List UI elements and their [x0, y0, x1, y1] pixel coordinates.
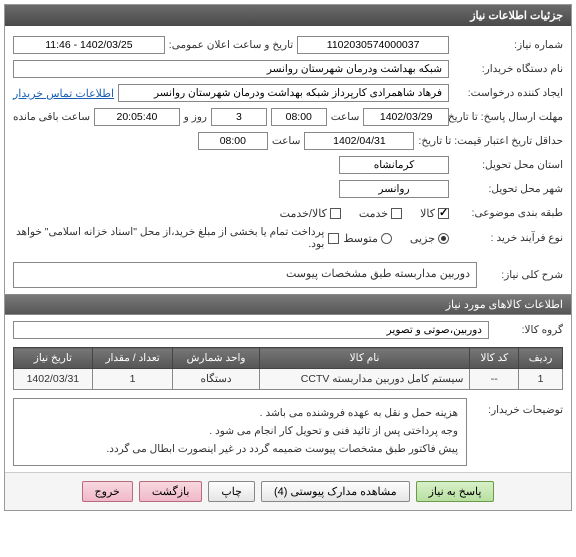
buyer-note-line: هزینه حمل و نقل به عهده فروشنده می باشد …: [22, 405, 458, 423]
class-service-label: خدمت: [359, 207, 388, 220]
cell-name: سیستم کامل دوربین مداربسته CCTV: [259, 369, 470, 390]
class-good-label: کالا: [420, 207, 435, 220]
pay-note: پرداخت تمام یا بخشی از مبلغ خرید،از محل …: [13, 226, 324, 250]
creator-value: فرهاد شاهمرادی کارپرداز شبکه بهداشت ودرم…: [118, 84, 449, 102]
print-button[interactable]: چاپ: [208, 481, 255, 502]
cell-unit: دستگاه: [173, 369, 259, 390]
creator-label: ایجاد کننده درخواست:: [453, 87, 563, 99]
attachments-button[interactable]: مشاهده مدارک پیوستی (4): [261, 481, 410, 502]
buyer-notes-label: توضیحات خریدار:: [473, 398, 563, 416]
th-idx: ردیف: [519, 348, 563, 369]
deadline-date: 1402/03/29: [363, 108, 449, 126]
need-no-value: 1102030574000037: [297, 36, 449, 54]
need-no-label: شماره نیاز:: [453, 39, 563, 51]
announce-label: تاریخ و ساعت اعلان عمومی:: [169, 39, 293, 51]
deadline-time: 08:00: [271, 108, 327, 126]
class-service-check[interactable]: خدمت: [359, 207, 402, 220]
th-date: تاریخ نیاز: [14, 348, 93, 369]
time-label-1: ساعت: [331, 111, 360, 123]
panel-title: جزئیات اطلاعات نیاز: [5, 5, 571, 26]
need-details-panel: جزئیات اطلاعات نیاز شماره نیاز: 11020305…: [4, 4, 572, 511]
class-both-check[interactable]: کالا/خدمت: [280, 207, 341, 220]
form-area: شماره نیاز: 1102030574000037 تاریخ و ساع…: [5, 26, 571, 258]
exit-button[interactable]: خروج: [82, 481, 133, 502]
city-label: شهر محل تحویل:: [453, 183, 563, 195]
cell-date: 1402/03/31: [14, 369, 93, 390]
province-label: استان محل تحویل:: [453, 159, 563, 171]
days-value: 3: [211, 108, 267, 126]
th-code: کد کالا: [470, 348, 519, 369]
desc-label: شرح کلی نیاز:: [483, 269, 563, 281]
items-section-bar: اطلاعات کالاهای مورد نیاز: [5, 294, 571, 315]
remain-time: 20:05:40: [94, 108, 180, 126]
buyer-label: نام دستگاه خریدار:: [453, 63, 563, 75]
buyer-note-line: وجه پرداختی پس از تائید فنی و تحویل کار …: [22, 423, 458, 441]
table-row: 1 -- سیستم کامل دوربین مداربسته CCTV دست…: [14, 369, 563, 390]
contact-link[interactable]: اطلاعات تماس خریدار: [13, 87, 114, 100]
credit-time: 08:00: [198, 132, 268, 150]
group-label: گروه کالا:: [493, 324, 563, 336]
buy-type-group: جزیی متوسط: [343, 232, 449, 245]
buy-medium-radio[interactable]: متوسط: [343, 232, 392, 245]
buy-medium-label: متوسط: [343, 232, 378, 245]
group-value: دوربین،صوتی و تصویر: [13, 321, 489, 339]
desc-text: دوربین مداربسته طبق مشخصات پیوست: [286, 268, 470, 280]
th-qty: تعداد / مقدار: [92, 348, 173, 369]
days-label: روز و: [184, 111, 207, 123]
deadline-label: مهلت ارسال پاسخ: تا تاریخ:: [453, 111, 563, 123]
button-row: پاسخ به نیاز مشاهده مدارک پیوستی (4) چاپ…: [5, 472, 571, 510]
subject-class-label: طبقه بندی موضوعی:: [453, 207, 563, 219]
desc-box: دوربین مداربسته طبق مشخصات پیوست: [13, 262, 477, 288]
announce-value: 1402/03/25 - 11:46: [13, 36, 165, 54]
cell-idx: 1: [519, 369, 563, 390]
remain-label: ساعت باقی مانده: [13, 111, 90, 123]
class-both-label: کالا/خدمت: [280, 207, 327, 220]
buyer-value: شبکه بهداشت ودرمان شهرستان روانسر: [13, 60, 449, 78]
city-value: روانسر: [339, 180, 449, 198]
items-table: ردیف کد کالا نام کالا واحد شمارش تعداد /…: [13, 347, 563, 390]
cell-qty: 1: [92, 369, 173, 390]
buyer-notes-box: هزینه حمل و نقل به عهده فروشنده می باشد …: [13, 398, 467, 466]
subject-class-group: کالا خدمت کالا/خدمت: [280, 207, 449, 220]
buyer-note-line: پیش فاکتور طبق مشخصات پیوست ضمیمه گردد د…: [22, 441, 458, 459]
credit-label: حداقل تاریخ اعتبار قیمت: تا تاریخ:: [418, 135, 563, 147]
buy-small-label: جزیی: [410, 232, 435, 245]
buy-type-label: نوع فرآیند خرید :: [453, 232, 563, 244]
time-label-2: ساعت: [272, 135, 301, 147]
province-value: کرمانشاه: [339, 156, 449, 174]
treasury-check[interactable]: [328, 233, 339, 244]
th-unit: واحد شمارش: [173, 348, 259, 369]
th-name: نام کالا: [259, 348, 470, 369]
class-good-check[interactable]: کالا: [420, 207, 449, 220]
reply-button[interactable]: پاسخ به نیاز: [416, 481, 495, 502]
back-button[interactable]: بازگشت: [139, 481, 203, 502]
cell-code: --: [470, 369, 519, 390]
credit-date: 1402/04/31: [304, 132, 414, 150]
buy-small-radio[interactable]: جزیی: [410, 232, 449, 245]
